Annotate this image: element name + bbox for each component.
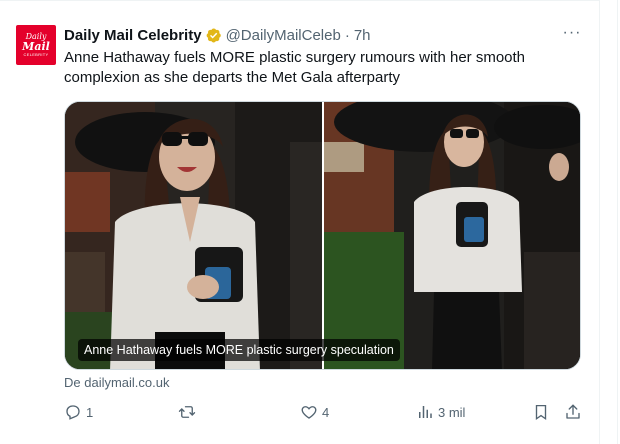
- views-icon: [419, 406, 432, 418]
- tweet-actions: 1 4 3 mil: [64, 401, 584, 423]
- views-count: 3 mil: [438, 404, 466, 420]
- more-icon[interactable]: ···: [562, 25, 582, 43]
- tweet[interactable]: Daily Mail CELEBRITY Daily Mail Celebrit…: [0, 0, 600, 444]
- retweet-icon: [178, 406, 196, 418]
- tweet-media[interactable]: Anne Hathaway fuels MORE plastic surgery…: [64, 101, 581, 370]
- share-button[interactable]: [564, 401, 582, 423]
- like-button[interactable]: 4: [300, 401, 329, 423]
- share-icon: [566, 404, 580, 419]
- photo-left[interactable]: [65, 102, 322, 369]
- avatar-text-line-3: CELEBRITY: [23, 52, 49, 57]
- bookmark-icon: [535, 404, 547, 421]
- tweet-text: Anne Hathaway fuels MORE plastic surgery…: [64, 49, 526, 86]
- heart-icon: [301, 406, 317, 419]
- tweet-header: Daily Mail Celebrity @DailyMailCeleb · 7…: [64, 25, 371, 45]
- media-caption[interactable]: Anne Hathaway fuels MORE plastic surgery…: [78, 339, 400, 361]
- right-gutter: [600, 0, 620, 444]
- reply-icon: [66, 405, 80, 420]
- verified-badge-icon: [206, 28, 221, 42]
- account-handle[interactable]: @DailyMailCeleb: [226, 27, 341, 44]
- account-name[interactable]: Daily Mail Celebrity: [64, 27, 202, 44]
- photo-right-illustration: [324, 102, 580, 369]
- views-button[interactable]: 3 mil: [416, 401, 465, 423]
- retweet-button[interactable]: [178, 401, 200, 423]
- reply-count: 1: [86, 404, 94, 420]
- tweet-time[interactable]: 7h: [354, 27, 371, 44]
- header-separator: ·: [344, 26, 350, 44]
- reply-button[interactable]: 1: [64, 401, 93, 423]
- photo-right[interactable]: [324, 102, 580, 369]
- like-count: 4: [322, 404, 330, 420]
- link-source[interactable]: De dailymail.co.uk: [64, 375, 170, 390]
- gutter-divider: [617, 0, 618, 444]
- avatar-text-line-2: Mail: [22, 40, 50, 53]
- bookmark-button[interactable]: [532, 401, 550, 423]
- avatar[interactable]: Daily Mail CELEBRITY: [16, 25, 56, 65]
- photo-left-illustration: [65, 102, 322, 369]
